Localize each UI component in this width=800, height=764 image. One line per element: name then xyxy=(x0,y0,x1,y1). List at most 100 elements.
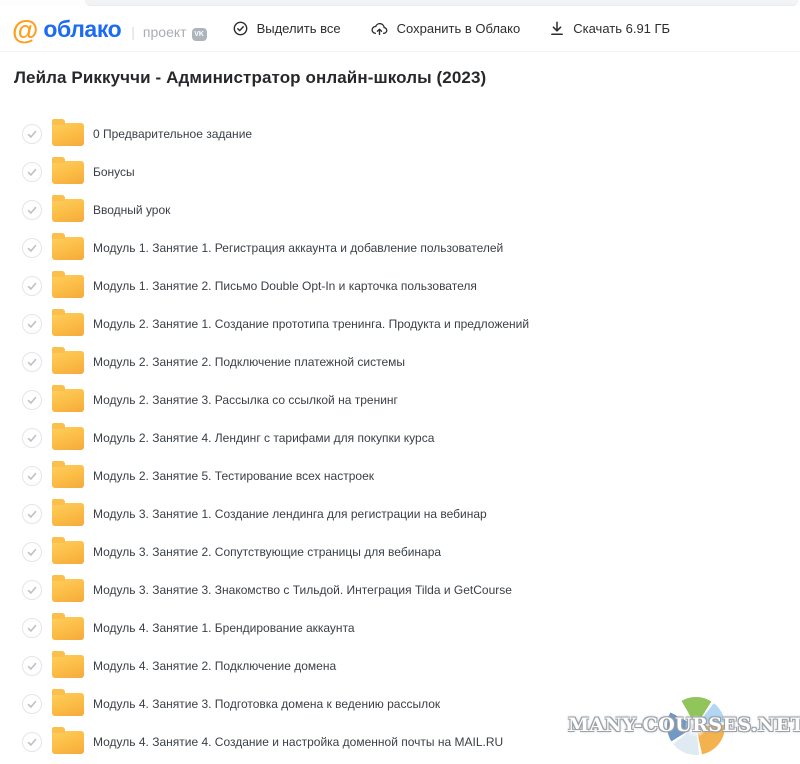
browser-edge-strip xyxy=(0,0,800,6)
folder-icon xyxy=(52,123,84,146)
folder-icon xyxy=(52,731,84,754)
check-icon xyxy=(27,206,37,215)
folder-icon xyxy=(52,427,84,450)
select-all-label: Выделить все xyxy=(257,21,341,36)
mailru-at-icon: @ xyxy=(12,17,38,44)
folder-icon xyxy=(52,199,84,222)
row-checkbox[interactable] xyxy=(22,276,42,296)
row-checkbox[interactable] xyxy=(22,542,42,562)
folder-row[interactable]: Модуль 1. Занятие 2. Письмо Double Opt-I… xyxy=(22,267,800,305)
folder-name: Модуль 2. Занятие 1. Создание прототипа … xyxy=(93,317,529,331)
folder-row[interactable]: Модуль 2. Занятие 5. Тестирование всех н… xyxy=(22,457,800,495)
cloud-upload-icon xyxy=(371,21,388,36)
row-checkbox[interactable] xyxy=(22,656,42,676)
folder-row[interactable]: Модуль 4. Занятие 2. Подключение домена xyxy=(22,647,800,685)
row-checkbox[interactable] xyxy=(22,124,42,144)
select-all-button[interactable]: Выделить все xyxy=(233,21,341,36)
row-checkbox[interactable] xyxy=(22,200,42,220)
folder-icon xyxy=(52,275,84,298)
row-checkbox[interactable] xyxy=(22,504,42,524)
folder-icon xyxy=(52,389,84,412)
folder-icon xyxy=(52,617,84,640)
toolbar: @ облако | проект VK Выделить все Сохран… xyxy=(0,6,800,52)
folder-name: Модуль 3. Занятие 2. Сопутствующие стран… xyxy=(93,545,441,559)
check-icon xyxy=(27,700,37,709)
check-icon xyxy=(27,624,37,633)
check-icon xyxy=(27,168,37,177)
folder-icon xyxy=(52,161,84,184)
folder-icon xyxy=(52,503,84,526)
vk-badge-icon: VK xyxy=(192,28,207,41)
check-icon xyxy=(27,586,37,595)
check-icon xyxy=(27,358,37,367)
check-icon xyxy=(27,472,37,481)
folder-row[interactable]: Модуль 2. Занятие 1. Создание прототипа … xyxy=(22,305,800,343)
row-checkbox[interactable] xyxy=(22,694,42,714)
folder-name: Модуль 2. Занятие 2. Подключение платежн… xyxy=(93,355,405,369)
check-icon xyxy=(27,320,37,329)
row-checkbox[interactable] xyxy=(22,238,42,258)
folder-icon xyxy=(52,655,84,678)
folder-name: Модуль 1. Занятие 2. Письмо Double Opt-I… xyxy=(93,279,477,293)
check-icon xyxy=(27,434,37,443)
browser-bar-fragment xyxy=(85,0,798,6)
row-checkbox[interactable] xyxy=(22,466,42,486)
folder-icon xyxy=(52,541,84,564)
check-icon xyxy=(27,510,37,519)
vk-project-label: проект xyxy=(143,24,187,40)
row-checkbox[interactable] xyxy=(22,732,42,752)
page-title: Лейла Риккуччи - Администратор онлайн-шк… xyxy=(14,68,786,88)
folder-icon xyxy=(52,693,84,716)
folder-row[interactable]: Модуль 3. Занятие 2. Сопутствующие стран… xyxy=(22,533,800,571)
row-checkbox[interactable] xyxy=(22,314,42,334)
row-checkbox[interactable] xyxy=(22,428,42,448)
folder-name: Модуль 4. Занятие 1. Брендирование аккау… xyxy=(93,621,355,635)
folder-name: Модуль 3. Занятие 1. Создание лендинга д… xyxy=(93,507,487,521)
check-icon xyxy=(27,738,37,747)
check-icon xyxy=(27,396,37,405)
cloud-logo[interactable]: @ облако | проект VK xyxy=(12,15,207,42)
download-button[interactable]: Скачать 6.91 ГБ xyxy=(550,21,670,36)
folder-list: 0 Предварительное задание Бонусы Вводный… xyxy=(0,115,800,761)
folder-name: Модуль 2. Занятие 5. Тестирование всех н… xyxy=(93,469,374,483)
folder-row[interactable]: Модуль 2. Занятие 2. Подключение платежн… xyxy=(22,343,800,381)
folder-icon xyxy=(52,465,84,488)
folder-row[interactable]: Вводный урок xyxy=(22,191,800,229)
check-circle-icon xyxy=(233,21,248,36)
check-icon xyxy=(27,282,37,291)
folder-name: 0 Предварительное задание xyxy=(93,127,252,141)
save-to-cloud-button[interactable]: Сохранить в Облако xyxy=(371,21,521,36)
folder-row[interactable]: Бонусы xyxy=(22,153,800,191)
check-icon xyxy=(27,548,37,557)
row-checkbox[interactable] xyxy=(22,618,42,638)
folder-row[interactable]: Модуль 2. Занятие 3. Рассылка со ссылкой… xyxy=(22,381,800,419)
folder-name: Модуль 4. Занятие 4. Создание и настройк… xyxy=(93,735,503,749)
row-checkbox[interactable] xyxy=(22,352,42,372)
folder-name: Бонусы xyxy=(93,165,135,179)
folder-row[interactable]: Модуль 4. Занятие 4. Создание и настройк… xyxy=(22,723,800,761)
folder-icon xyxy=(52,313,84,336)
row-checkbox[interactable] xyxy=(22,390,42,410)
folder-row[interactable]: Модуль 4. Занятие 3. Подготовка домена к… xyxy=(22,685,800,723)
folder-row[interactable]: 0 Предварительное задание xyxy=(22,115,800,153)
folder-name: Вводный урок xyxy=(93,203,170,217)
folder-icon xyxy=(52,237,84,260)
folder-row[interactable]: Модуль 4. Занятие 1. Брендирование аккау… xyxy=(22,609,800,647)
download-icon xyxy=(550,21,564,36)
save-to-cloud-label: Сохранить в Облако xyxy=(397,21,521,36)
folder-name: Модуль 3. Занятие 3. Знакомство с Тильдо… xyxy=(93,583,512,597)
check-icon xyxy=(27,244,37,253)
download-label: Скачать 6.91 ГБ xyxy=(573,21,670,36)
logo-separator: | xyxy=(131,24,135,40)
folder-name: Модуль 2. Занятие 3. Рассылка со ссылкой… xyxy=(93,393,398,407)
folder-name: Модуль 1. Занятие 1. Регистрация аккаунт… xyxy=(93,241,503,255)
folder-row[interactable]: Модуль 1. Занятие 1. Регистрация аккаунт… xyxy=(22,229,800,267)
cloud-logo-text: облако xyxy=(43,18,121,41)
folder-row[interactable]: Модуль 2. Занятие 4. Лендинг с тарифами … xyxy=(22,419,800,457)
folder-row[interactable]: Модуль 3. Занятие 3. Знакомство с Тильдо… xyxy=(22,571,800,609)
folder-icon xyxy=(52,579,84,602)
folder-row[interactable]: Модуль 3. Занятие 1. Создание лендинга д… xyxy=(22,495,800,533)
row-checkbox[interactable] xyxy=(22,162,42,182)
row-checkbox[interactable] xyxy=(22,580,42,600)
toolbar-actions: Выделить все Сохранить в Облако Скачать … xyxy=(233,21,671,36)
